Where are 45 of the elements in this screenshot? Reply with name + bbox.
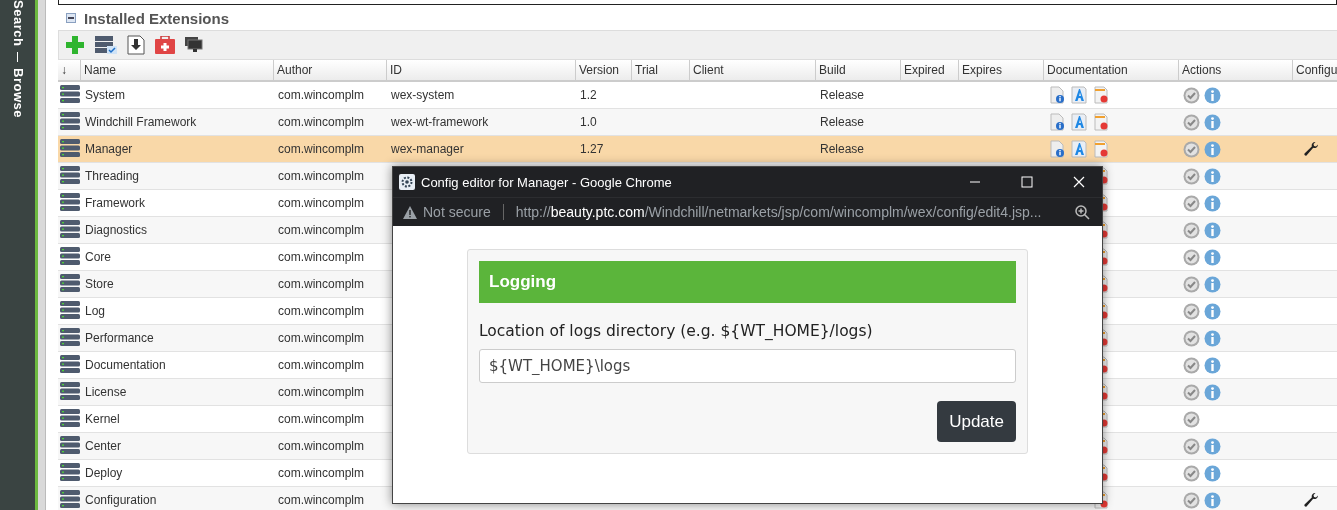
table-cell-text: wex-wt-framework [390, 115, 490, 129]
table-cell-text: Log [84, 304, 107, 318]
table-cell-text: Release [819, 115, 866, 129]
field-label: Location of logs directory (e.g. ${WT_HOME}/logs) [479, 322, 874, 340]
table-cell-text: Performance [84, 331, 155, 345]
table-cell-text: com.wincomplm [277, 439, 365, 453]
table-cell-text: com.wincomplm [277, 169, 365, 183]
table-cell-text: Threading [84, 169, 141, 183]
table-cell-text: com.wincomplm [277, 304, 365, 318]
section-title: Installed Extensions [84, 9, 230, 27]
table-cell-text: 1.27 [579, 142, 605, 156]
table-cell-text: com.wincomplm [277, 88, 365, 102]
table-cell-text: com.wincomplm [277, 331, 365, 345]
table-cell-text: com.wincomplm [277, 250, 365, 264]
table-cell-text: Release [819, 142, 866, 156]
table-cell-text: com.wincomplm [277, 466, 365, 480]
table-cell-text: com.wincomplm [277, 115, 365, 129]
table-cell-text: com.wincomplm [277, 493, 365, 507]
table-cell-text: Release [819, 88, 866, 102]
table-cell-text: com.wincomplm [277, 385, 365, 399]
table-cell-text: Manager [84, 142, 134, 156]
table-cell-text: com.wincomplm [277, 358, 365, 372]
panel-heading: Logging [479, 261, 1016, 303]
table-cell-text: License [84, 385, 128, 399]
table-cell-text: com.wincomplm [277, 223, 365, 237]
table-cell-text: 1.0 [579, 115, 598, 129]
table-cell-text: Windchill Framework [84, 115, 198, 129]
table-cell-text: Configuration [84, 493, 158, 507]
table-cell-text: wex-manager [390, 142, 465, 156]
table-cell-text: System [84, 88, 126, 102]
table-cell-text: com.wincomplm [277, 277, 365, 291]
table-cell-text: 1.2 [579, 88, 598, 102]
table-cell-text: Center [84, 439, 123, 453]
table-cell-text: com.wincomplm [277, 142, 365, 156]
table-cell-text: com.wincomplm [277, 196, 365, 210]
table-cell-text: com.wincomplm [277, 412, 365, 426]
table-cell-text: Core [84, 250, 112, 264]
window-title: Config editor for Manager - Google Chrome [421, 174, 673, 190]
table-cell-text: Kernel [84, 412, 121, 426]
table-cell-text: Store [84, 277, 115, 291]
table-cell-text: Framework [84, 196, 146, 210]
table-cell-text: Documentation [84, 358, 167, 372]
table-cell-text: Deploy [84, 466, 124, 480]
table-cell-text: Diagnostics [84, 223, 149, 237]
table-cell-text: wex-system [390, 88, 456, 102]
